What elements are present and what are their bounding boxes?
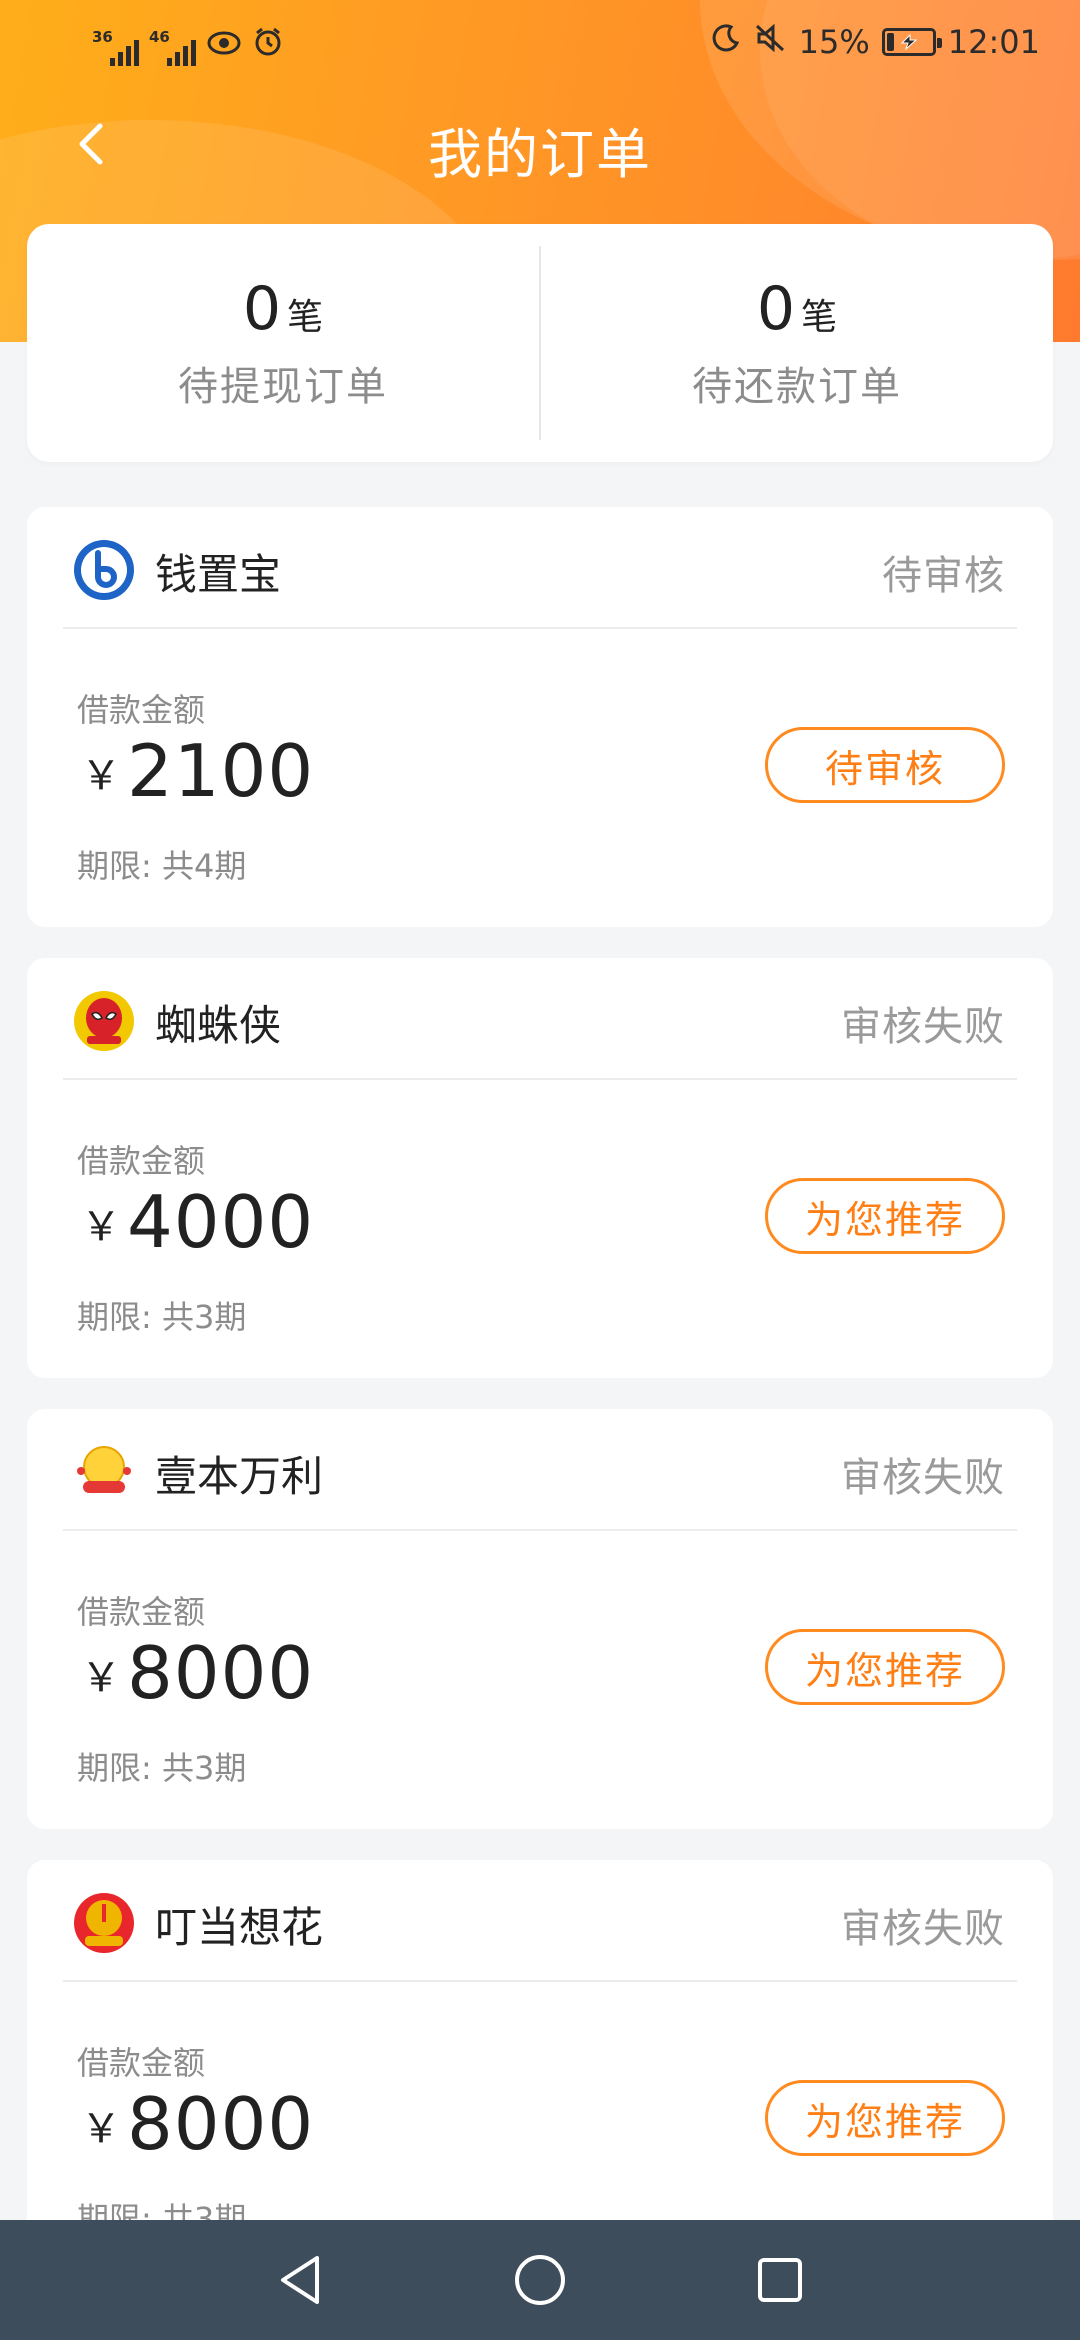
recommend-button[interactable]: 为您推荐 xyxy=(765,1178,1005,1254)
system-home-button[interactable] xyxy=(510,2250,570,2310)
amount-label: 借款金额 xyxy=(77,1142,206,1180)
order-card-header: 叮当想花 审核失败 xyxy=(27,1860,1053,1982)
signal-1-label: 36 xyxy=(92,28,113,46)
mute-icon xyxy=(753,22,787,62)
lender-name: 壹本万利 xyxy=(155,1452,324,1501)
amount-label: 借款金额 xyxy=(77,691,206,729)
page-title: 我的订单 xyxy=(428,123,652,186)
signal-icon: 46 xyxy=(149,28,196,66)
pending-repay-unit: 笔 xyxy=(801,297,838,338)
loan-amount: ￥ 4000 xyxy=(81,1180,314,1264)
amount-label: 借款金额 xyxy=(77,2044,206,2082)
signal-icon: 36 xyxy=(92,28,139,66)
pending-withdraw-count: 0 xyxy=(242,274,282,344)
status-left: 36 46 xyxy=(92,18,284,66)
nav-bar: 我的订单 xyxy=(0,96,1080,192)
alarm-icon xyxy=(252,26,284,66)
order-summary-card: 0 笔 待提现订单 0 笔 待还款订单 xyxy=(27,224,1053,462)
pending-withdraw-count-row: 0 笔 xyxy=(243,274,323,344)
recommend-button[interactable]: 为您推荐 xyxy=(765,2080,1005,2156)
order-status: 审核失败 xyxy=(841,1906,1005,1952)
dingdangxianghua-logo-icon xyxy=(73,1892,135,1954)
recents-square-icon xyxy=(758,2258,802,2302)
card-divider xyxy=(63,627,1017,629)
lender-name: 叮当想花 xyxy=(155,1903,324,1952)
lender-name: 钱置宝 xyxy=(155,550,282,599)
currency-symbol: ￥ xyxy=(81,2106,121,2152)
time: 12:01 xyxy=(947,23,1040,61)
qianzhibao-logo-icon xyxy=(73,539,135,601)
yibenwanli-logo-icon xyxy=(73,1441,135,1503)
order-card[interactable]: 叮当想花 审核失败 借款金额 ￥ 8000 期限: 共3期 为您推荐 xyxy=(27,1860,1053,2280)
pending-withdraw-unit: 笔 xyxy=(287,297,324,338)
amount-value: 2100 xyxy=(127,729,315,813)
recommend-button[interactable]: 为您推荐 xyxy=(765,1629,1005,1705)
loan-term: 期限: 共3期 xyxy=(77,1749,247,1787)
status-bar: 36 46 15% 12:01 xyxy=(0,0,1080,84)
pending-repay-label: 待还款订单 xyxy=(692,364,902,410)
battery-charging-icon xyxy=(881,28,942,56)
currency-symbol: ￥ xyxy=(81,1655,121,1701)
amount-value: 8000 xyxy=(127,1631,315,1715)
system-nav-bar xyxy=(0,2220,1080,2340)
currency-symbol: ￥ xyxy=(81,753,121,799)
card-divider xyxy=(63,1980,1017,1982)
card-divider xyxy=(63,1529,1017,1531)
my-orders-screen: 36 46 15% 12:01 我的订单 0 笔 待提现订单 0 笔 待还款订单… xyxy=(0,0,1080,2340)
system-recents-button[interactable] xyxy=(750,2250,810,2310)
loan-amount: ￥ 8000 xyxy=(81,1631,314,1715)
amount-value: 8000 xyxy=(127,2082,315,2166)
status-right: 15% 12:01 xyxy=(711,18,1040,66)
order-card[interactable]: 钱置宝 待审核 借款金额 ￥ 2100 期限: 共4期 待审核 xyxy=(27,507,1053,927)
order-status: 审核失败 xyxy=(841,1455,1005,1501)
order-card[interactable]: 蜘蛛侠 审核失败 借款金额 ￥ 4000 期限: 共3期 为您推荐 xyxy=(27,958,1053,1378)
card-divider xyxy=(63,1078,1017,1080)
back-triangle-icon xyxy=(281,2256,319,2304)
pending-withdraw-label: 待提现订单 xyxy=(178,364,388,410)
lender-name: 蜘蛛侠 xyxy=(155,1001,282,1050)
order-card-header: 钱置宝 待审核 xyxy=(27,507,1053,629)
pending-repay-count: 0 xyxy=(756,274,796,344)
amount-value: 4000 xyxy=(127,1180,315,1264)
amount-label: 借款金额 xyxy=(77,1593,206,1631)
order-card[interactable]: 壹本万利 审核失败 借款金额 ￥ 8000 期限: 共3期 为您推荐 xyxy=(27,1409,1053,1829)
currency-symbol: ￥ xyxy=(81,1204,121,1250)
moon-icon xyxy=(711,23,741,61)
home-circle-icon xyxy=(515,2255,565,2305)
battery-percent: 15% xyxy=(798,23,870,61)
pending-review-button[interactable]: 待审核 xyxy=(765,727,1005,803)
loan-term: 期限: 共4期 xyxy=(77,847,247,885)
loan-amount: ￥ 8000 xyxy=(81,2082,314,2166)
pending-repay-count-row: 0 笔 xyxy=(757,274,837,344)
system-back-button[interactable] xyxy=(270,2250,330,2310)
loan-amount: ￥ 2100 xyxy=(81,729,314,813)
order-card-header: 壹本万利 审核失败 xyxy=(27,1409,1053,1531)
order-status: 待审核 xyxy=(882,553,1005,599)
spiderman-logo-icon xyxy=(73,990,135,1052)
order-status: 审核失败 xyxy=(841,1004,1005,1050)
pending-withdraw-summary[interactable]: 0 笔 待提现订单 xyxy=(27,224,539,462)
signal-2-label: 46 xyxy=(149,28,170,46)
eye-icon xyxy=(206,28,242,66)
loan-term: 期限: 共3期 xyxy=(77,1298,247,1336)
order-card-header: 蜘蛛侠 审核失败 xyxy=(27,958,1053,1080)
pending-repay-summary[interactable]: 0 笔 待还款订单 xyxy=(541,224,1053,462)
